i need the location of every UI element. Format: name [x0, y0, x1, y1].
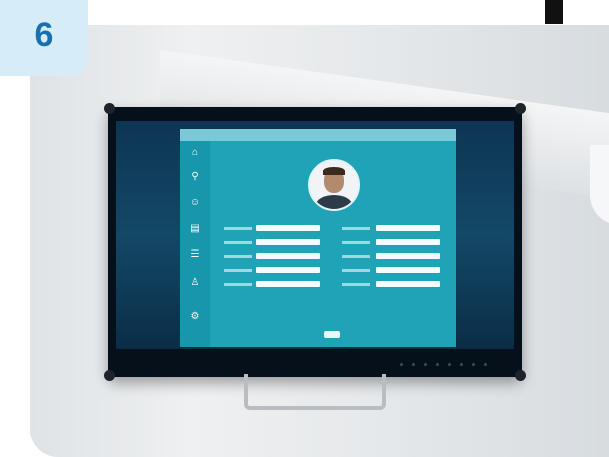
field-label [224, 227, 252, 230]
monitor-button[interactable] [484, 363, 487, 366]
field-label [342, 241, 370, 244]
field-label [342, 227, 370, 230]
field-label [224, 283, 252, 286]
form-field[interactable] [256, 253, 320, 259]
save-button[interactable] [324, 331, 340, 338]
ceiling-post [545, 0, 563, 24]
form-field[interactable] [376, 267, 440, 273]
form-field[interactable] [376, 239, 440, 245]
mount-bolt [104, 370, 115, 381]
monitor-button[interactable] [424, 363, 427, 366]
form-field[interactable] [256, 239, 320, 245]
form-field[interactable] [256, 267, 320, 273]
monitor-buttons [400, 363, 500, 367]
field-label [342, 255, 370, 258]
app-title-bar [180, 129, 456, 141]
form-field[interactable] [376, 225, 440, 231]
monitor-button[interactable] [472, 363, 475, 366]
field-label [342, 283, 370, 286]
form-field[interactable] [256, 225, 320, 231]
search-icon[interactable]: ⚲ [189, 171, 201, 183]
monitor-button[interactable] [400, 363, 403, 366]
user-icon[interactable]: ☺ [189, 197, 201, 209]
monitor-button[interactable] [412, 363, 415, 366]
monitor-button[interactable] [436, 363, 439, 366]
mount-bolt [515, 103, 526, 114]
mount-bolt [515, 370, 526, 381]
person-icon[interactable]: ♙ [189, 277, 201, 289]
home-icon[interactable]: ⌂ [189, 147, 201, 159]
monitor-handle[interactable] [244, 374, 386, 410]
monitor-button[interactable] [460, 363, 463, 366]
field-label [224, 255, 252, 258]
patient-avatar [308, 159, 360, 211]
field-label [342, 269, 370, 272]
field-label [224, 269, 252, 272]
form-field[interactable] [376, 281, 440, 287]
list-icon[interactable]: ☰ [189, 249, 201, 261]
form-field[interactable] [376, 253, 440, 259]
monitor: ⌂ ⚲ ☺ ▤ ☰ ♙ ⚙ [104, 103, 526, 381]
step-number: 6 [34, 16, 54, 54]
settings-icon[interactable]: ⚙ [189, 311, 201, 323]
patient-app: ⌂ ⚲ ☺ ▤ ☰ ♙ ⚙ [180, 129, 456, 347]
photo-frame: 6 ⌂ ⚲ ☺ ▤ ☰ ♙ ⚙ [0, 0, 609, 457]
mount-bolt [104, 103, 115, 114]
monitor-button[interactable] [448, 363, 451, 366]
form-field[interactable] [256, 281, 320, 287]
field-label [224, 241, 252, 244]
light-fixture [590, 145, 609, 225]
app-sidebar: ⌂ ⚲ ☺ ▤ ☰ ♙ ⚙ [180, 141, 210, 347]
step-badge: 6 [0, 0, 88, 76]
avatar-hair [323, 167, 345, 175]
screen: ⌂ ⚲ ☺ ▤ ☰ ♙ ⚙ [116, 121, 514, 349]
avatar-body [316, 195, 352, 209]
file-icon[interactable]: ▤ [189, 223, 201, 235]
